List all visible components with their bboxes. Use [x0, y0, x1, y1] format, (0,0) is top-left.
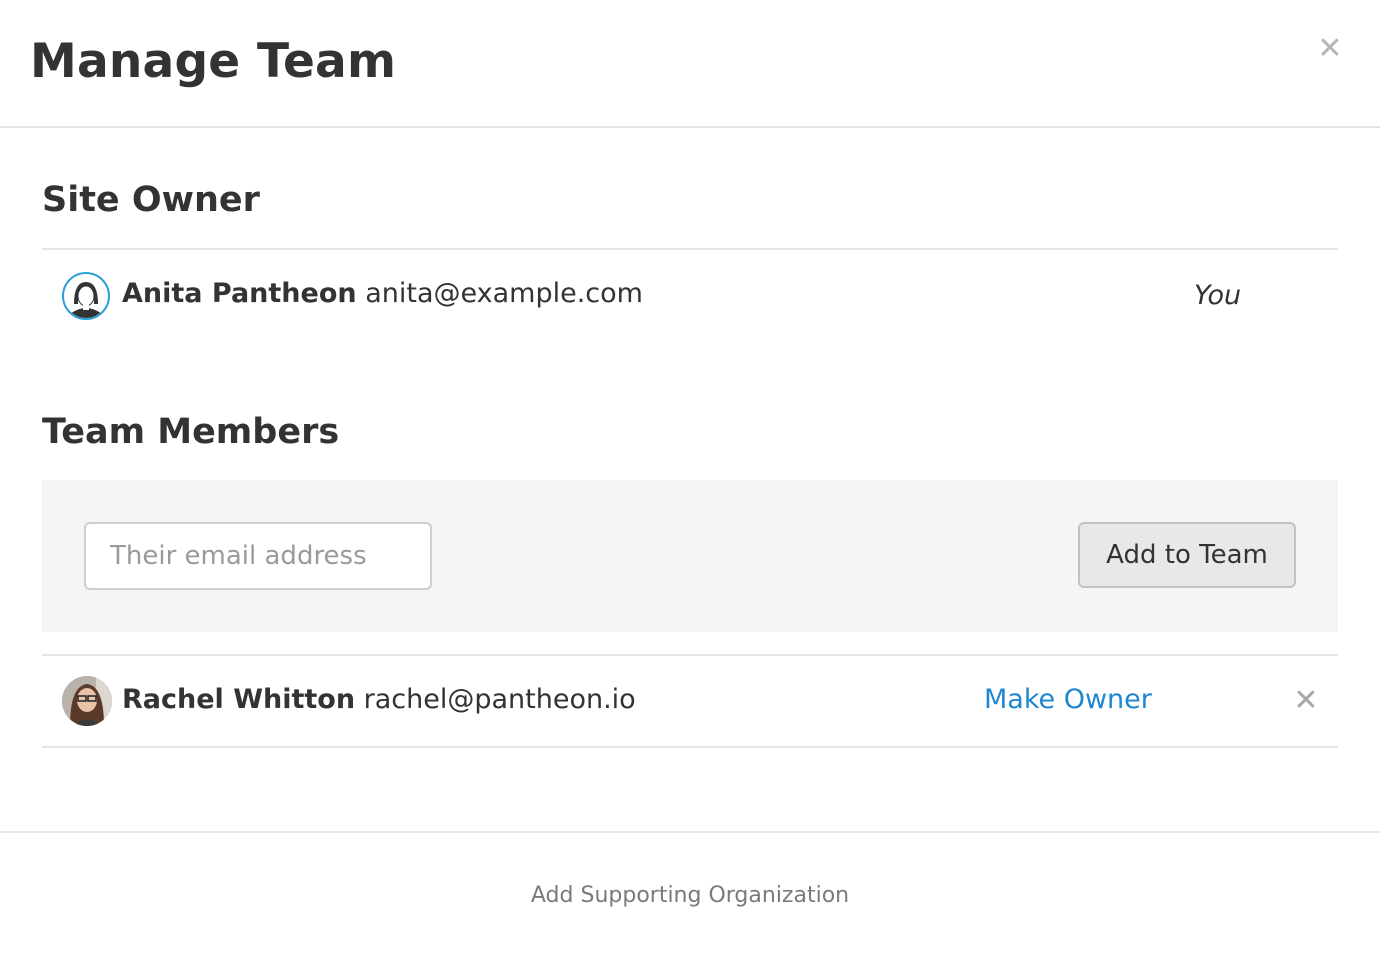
team-members-heading: Team Members — [42, 412, 340, 452]
remove-member-icon[interactable]: ✕ — [1290, 682, 1322, 718]
avatar — [62, 676, 112, 726]
default-avatar-icon — [62, 272, 110, 320]
modal-header: Manage Team ✕ — [0, 0, 1380, 128]
divider — [42, 746, 1338, 748]
you-badge: You — [1194, 280, 1242, 311]
team-member-email: rachel@pantheon.io — [363, 684, 636, 715]
email-input[interactable] — [84, 522, 432, 590]
team-member-row: Rachel Whitton rachel@pantheon.io Make O… — [62, 676, 1338, 728]
site-owner-email: anita@example.com — [365, 278, 643, 309]
divider — [42, 654, 1338, 656]
manage-team-modal: Manage Team ✕ Site Owner Anita Pantheon … — [0, 0, 1380, 960]
divider — [42, 248, 1338, 250]
avatar-photo — [62, 676, 112, 726]
team-member-identity: Rachel Whitton rachel@pantheon.io — [122, 684, 636, 715]
make-owner-link[interactable]: Make Owner — [984, 684, 1152, 715]
team-member-name: Rachel Whitton — [122, 684, 356, 715]
modal-footer: Add Supporting Organization — [0, 831, 1380, 960]
add-to-team-button[interactable]: Add to Team — [1078, 522, 1296, 588]
add-supporting-organization-link[interactable]: Add Supporting Organization — [0, 883, 1380, 908]
modal-title: Manage Team — [30, 34, 397, 89]
avatar-graphic — [64, 274, 108, 318]
site-owner-heading: Site Owner — [42, 180, 260, 220]
site-owner-row: Anita Pantheon anita@example.com You — [62, 270, 1338, 322]
site-owner-name: Anita Pantheon — [122, 278, 357, 309]
close-icon[interactable]: ✕ — [1310, 28, 1350, 68]
site-owner-identity: Anita Pantheon anita@example.com — [122, 278, 643, 309]
add-member-panel: Add to Team — [42, 480, 1338, 632]
